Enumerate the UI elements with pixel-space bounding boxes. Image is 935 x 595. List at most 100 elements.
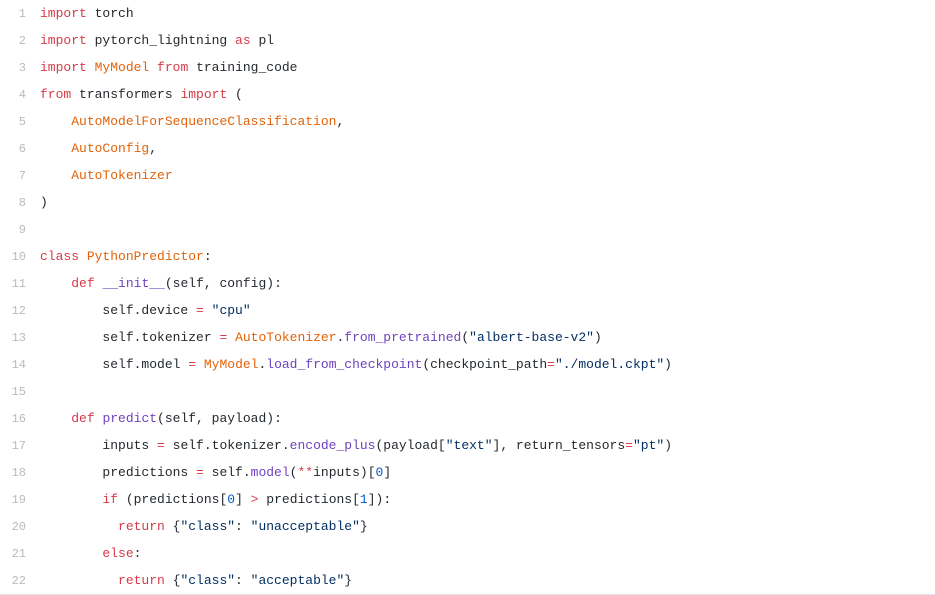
token-plain	[79, 249, 87, 264]
token-plain: torch	[87, 6, 134, 21]
token-kw: import	[40, 60, 87, 75]
code-content[interactable]: return {"class": "acceptable"}	[40, 567, 352, 594]
token-plain: transformers	[71, 87, 180, 102]
code-line[interactable]: 10class PythonPredictor:	[0, 243, 935, 270]
code-line[interactable]: 12 self.device = "cpu"	[0, 297, 935, 324]
line-number: 4	[0, 88, 40, 102]
token-num: 1	[360, 492, 368, 507]
line-number: 14	[0, 358, 40, 372]
token-plain: training_code	[188, 60, 297, 75]
token-kw: return	[118, 519, 165, 534]
code-line[interactable]: 1import torch	[0, 0, 935, 27]
token-plain: ]):	[368, 492, 391, 507]
code-content[interactable]: AutoTokenizer	[40, 162, 173, 189]
token-kw: def	[71, 276, 94, 291]
code-content[interactable]: self.model = MyModel.load_from_checkpoin…	[40, 351, 672, 378]
line-number: 15	[0, 385, 40, 399]
token-cls: AutoModelForSequenceClassification	[71, 114, 336, 129]
code-content[interactable]: )	[40, 189, 48, 216]
token-fn: from_pretrained	[344, 330, 461, 345]
token-plain: self.tokenizer.	[165, 438, 290, 453]
token-kw: import	[40, 33, 87, 48]
code-line[interactable]: 11 def __init__(self, config):	[0, 270, 935, 297]
token-plain	[40, 573, 118, 588]
code-content[interactable]: import torch	[40, 0, 134, 27]
code-content[interactable]: if (predictions[0] > predictions[1]):	[40, 486, 391, 513]
line-number: 3	[0, 61, 40, 75]
code-line[interactable]: 14 self.model = MyModel.load_from_checkp…	[0, 351, 935, 378]
line-number: 17	[0, 439, 40, 453]
code-line[interactable]: 3import MyModel from training_code	[0, 54, 935, 81]
code-editor[interactable]: 1import torch2import pytorch_lightning a…	[0, 0, 935, 595]
code-content[interactable]: self.device = "cpu"	[40, 297, 251, 324]
token-plain: :	[134, 546, 142, 561]
code-line[interactable]: 18 predictions = self.model(**inputs)[0]	[0, 459, 935, 486]
code-line[interactable]: 16 def predict(self, payload):	[0, 405, 935, 432]
token-plain: (self, payload):	[157, 411, 282, 426]
code-content[interactable]: predictions = self.model(**inputs)[0]	[40, 459, 391, 486]
token-kw: from	[157, 60, 188, 75]
code-line[interactable]: 20 return {"class": "unacceptable"}	[0, 513, 935, 540]
code-line[interactable]: 7 AutoTokenizer	[0, 162, 935, 189]
token-kw: class	[40, 249, 79, 264]
token-kw: **	[297, 465, 313, 480]
line-number: 2	[0, 34, 40, 48]
line-number: 6	[0, 142, 40, 156]
code-content[interactable]: def __init__(self, config):	[40, 270, 282, 297]
token-plain: :	[204, 249, 212, 264]
code-content[interactable]: else:	[40, 540, 141, 567]
token-kw: =	[547, 357, 555, 372]
code-line[interactable]: 13 self.tokenizer = AutoTokenizer.from_p…	[0, 324, 935, 351]
code-line[interactable]: 6 AutoConfig,	[0, 135, 935, 162]
code-content[interactable]: import pytorch_lightning as pl	[40, 27, 274, 54]
code-content[interactable]: class PythonPredictor:	[40, 243, 212, 270]
line-number: 9	[0, 223, 40, 237]
code-line[interactable]: 8)	[0, 189, 935, 216]
token-plain: }	[344, 573, 352, 588]
code-content[interactable]: from transformers import (	[40, 81, 243, 108]
token-plain	[40, 141, 71, 156]
code-line[interactable]: 4from transformers import (	[0, 81, 935, 108]
code-content[interactable]: return {"class": "unacceptable"}	[40, 513, 368, 540]
code-line[interactable]: 5 AutoModelForSequenceClassification,	[0, 108, 935, 135]
token-kw: from	[40, 87, 71, 102]
code-line[interactable]: 19 if (predictions[0] > predictions[1]):	[0, 486, 935, 513]
code-line[interactable]: 2import pytorch_lightning as pl	[0, 27, 935, 54]
line-number: 8	[0, 196, 40, 210]
code-line[interactable]: 17 inputs = self.tokenizer.encode_plus(p…	[0, 432, 935, 459]
code-content[interactable]: def predict(self, payload):	[40, 405, 282, 432]
token-str: "text"	[446, 438, 493, 453]
line-number: 18	[0, 466, 40, 480]
token-kw: =	[157, 438, 165, 453]
token-plain: {	[165, 573, 181, 588]
token-num: 0	[227, 492, 235, 507]
token-plain: ]	[235, 492, 251, 507]
code-content[interactable]: inputs = self.tokenizer.encode_plus(payl…	[40, 432, 672, 459]
token-plain: )	[594, 330, 602, 345]
code-content[interactable]: AutoConfig,	[40, 135, 157, 162]
token-plain	[87, 60, 95, 75]
token-plain: :	[235, 519, 251, 534]
line-number: 13	[0, 331, 40, 345]
line-number: 10	[0, 250, 40, 264]
token-plain: pytorch_lightning	[87, 33, 235, 48]
token-fn: predict	[102, 411, 157, 426]
code-content[interactable]: AutoModelForSequenceClassification,	[40, 108, 344, 135]
token-plain	[40, 168, 71, 183]
code-content[interactable]: import MyModel from training_code	[40, 54, 297, 81]
token-plain: self.tokenizer	[40, 330, 219, 345]
token-kw: =	[625, 438, 633, 453]
code-line[interactable]: 15	[0, 378, 935, 405]
line-number: 19	[0, 493, 40, 507]
code-line[interactable]: 22 return {"class": "acceptable"}	[0, 567, 935, 594]
token-str: "cpu"	[212, 303, 251, 318]
token-plain: (predictions[	[118, 492, 227, 507]
code-content[interactable]: self.tokenizer = AutoTokenizer.from_pret…	[40, 324, 602, 351]
token-kw: else	[102, 546, 133, 561]
token-fn: __init__	[102, 276, 164, 291]
code-line[interactable]: 21 else:	[0, 540, 935, 567]
code-line[interactable]: 9	[0, 216, 935, 243]
token-cls: PythonPredictor	[87, 249, 204, 264]
line-number: 16	[0, 412, 40, 426]
token-plain	[196, 357, 204, 372]
